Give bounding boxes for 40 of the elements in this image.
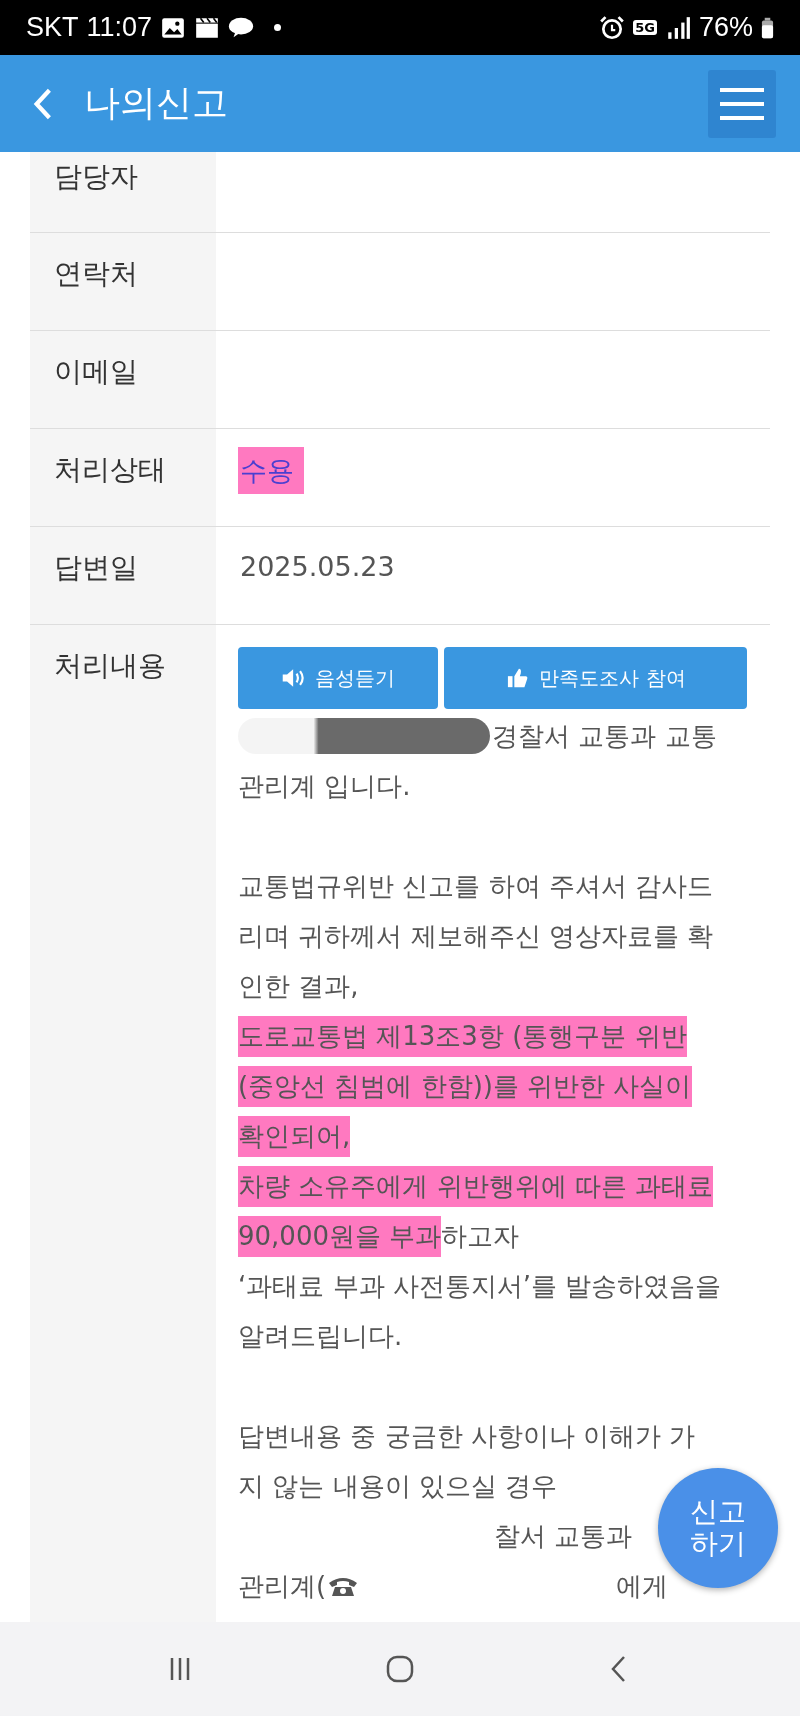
answer-text: 도로교통법 제13조3항 (통행구분 위반: [238, 1015, 687, 1057]
answer-text: 리며 귀하께서 제보해주신 영상자료를 확: [238, 919, 714, 953]
answer-text: 찰서 교통과: [494, 1519, 633, 1553]
menu-button[interactable]: [708, 69, 776, 138]
answer-text: 하고자: [441, 1219, 520, 1253]
field-label: 답변일: [30, 527, 216, 624]
field-label: 담당자: [30, 152, 216, 232]
page-title: 나의신고: [84, 81, 228, 125]
field-label: 처리내용: [30, 625, 216, 1622]
answer-text: ‘과태료 부과 사전통지서’를 발송하였음을: [238, 1269, 722, 1303]
answer-text: 교통법규위반 신고를 하여 주셔서 감사드: [238, 869, 714, 903]
answer-text: 지 않는 내용이 있으실 경우: [238, 1469, 558, 1503]
answer-text: 답변내용 중 궁금한 사항이나 이해가 가: [238, 1419, 696, 1453]
carrier-text: SKT: [26, 12, 79, 43]
answer-text: (중앙선 침범에 한함))를 위반한 사실이: [238, 1065, 692, 1107]
answer-text: 경찰서 교통과 교통: [492, 719, 717, 753]
answer-text: 인한 결과,: [238, 969, 359, 1003]
home-icon[interactable]: [385, 1654, 415, 1684]
answer-text: 관리계 입니다.: [238, 769, 411, 803]
network-text: 5G: [633, 20, 657, 35]
battery-icon: [761, 15, 774, 40]
battery-text: 76%: [698, 12, 753, 43]
field-label: 처리상태: [30, 429, 216, 526]
time-text: 11:07: [86, 12, 153, 43]
action-button[interactable]: 만족도조사 참여: [444, 647, 747, 709]
field-value: 2025.05.23: [239, 550, 396, 584]
speaker-icon: [281, 667, 307, 689]
action-button[interactable]: 음성듣기: [238, 647, 438, 709]
answer-text: 차량 소유주에게 위반행위에 따른 과태료: [238, 1165, 714, 1207]
back-icon[interactable]: [32, 86, 54, 121]
menu-icon: [720, 86, 764, 121]
field-label: 이메일: [30, 331, 216, 428]
answer-text: 관리계(: [238, 1569, 327, 1603]
field-label: 연락처: [30, 233, 216, 330]
alarm-clock-icon: [599, 14, 626, 41]
answer-text: 확인되어,: [238, 1115, 351, 1157]
answer-text: 90,000원을 부과: [238, 1215, 442, 1257]
notification-dot: [274, 24, 282, 31]
answer-text: 알려드립니다.: [238, 1319, 403, 1353]
field-value: 수용: [238, 447, 304, 494]
